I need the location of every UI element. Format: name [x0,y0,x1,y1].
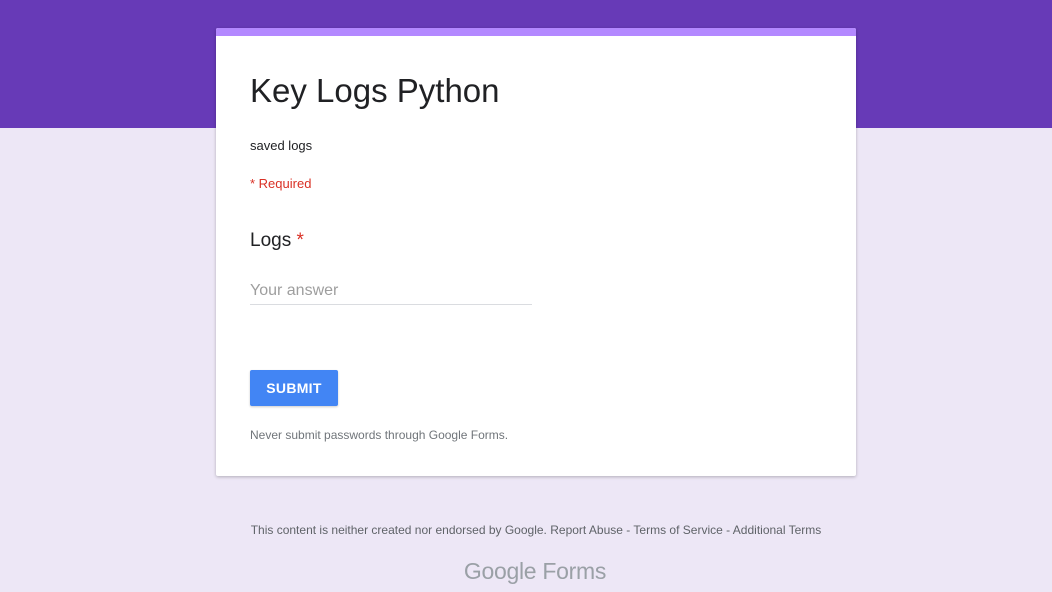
password-warning: Never submit passwords through Google Fo… [250,428,509,442]
form-card: Key Logs Python saved logs * Required Lo… [216,28,856,476]
additional-terms-link[interactable]: Additional Terms [733,523,822,537]
required-note: * Required [250,176,312,191]
form-title: Key Logs Python [250,72,500,109]
required-asterisk: * [296,230,304,251]
report-abuse-link[interactable]: Report Abuse [550,523,623,537]
footer-disclaimer: This content is neither created nor endo… [250,523,547,537]
footer-separator: - [726,523,731,537]
submit-button[interactable]: SUBMIT [250,370,338,406]
question-label-text: Logs [250,230,292,251]
question-label-logs: Logs * [250,230,304,252]
footer: This content is neither created nor endo… [0,523,1052,537]
logs-answer-input[interactable] [250,278,532,305]
form-description: saved logs [250,138,313,153]
logo-google-text: Google [463,558,537,584]
terms-of-service-link[interactable]: Terms of Service [633,523,722,537]
card-accent-bar [216,28,856,36]
footer-separator: - [626,523,631,537]
google-forms-logo[interactable]: Google Forms [0,558,1052,585]
logo-forms-text: Forms [542,558,607,584]
